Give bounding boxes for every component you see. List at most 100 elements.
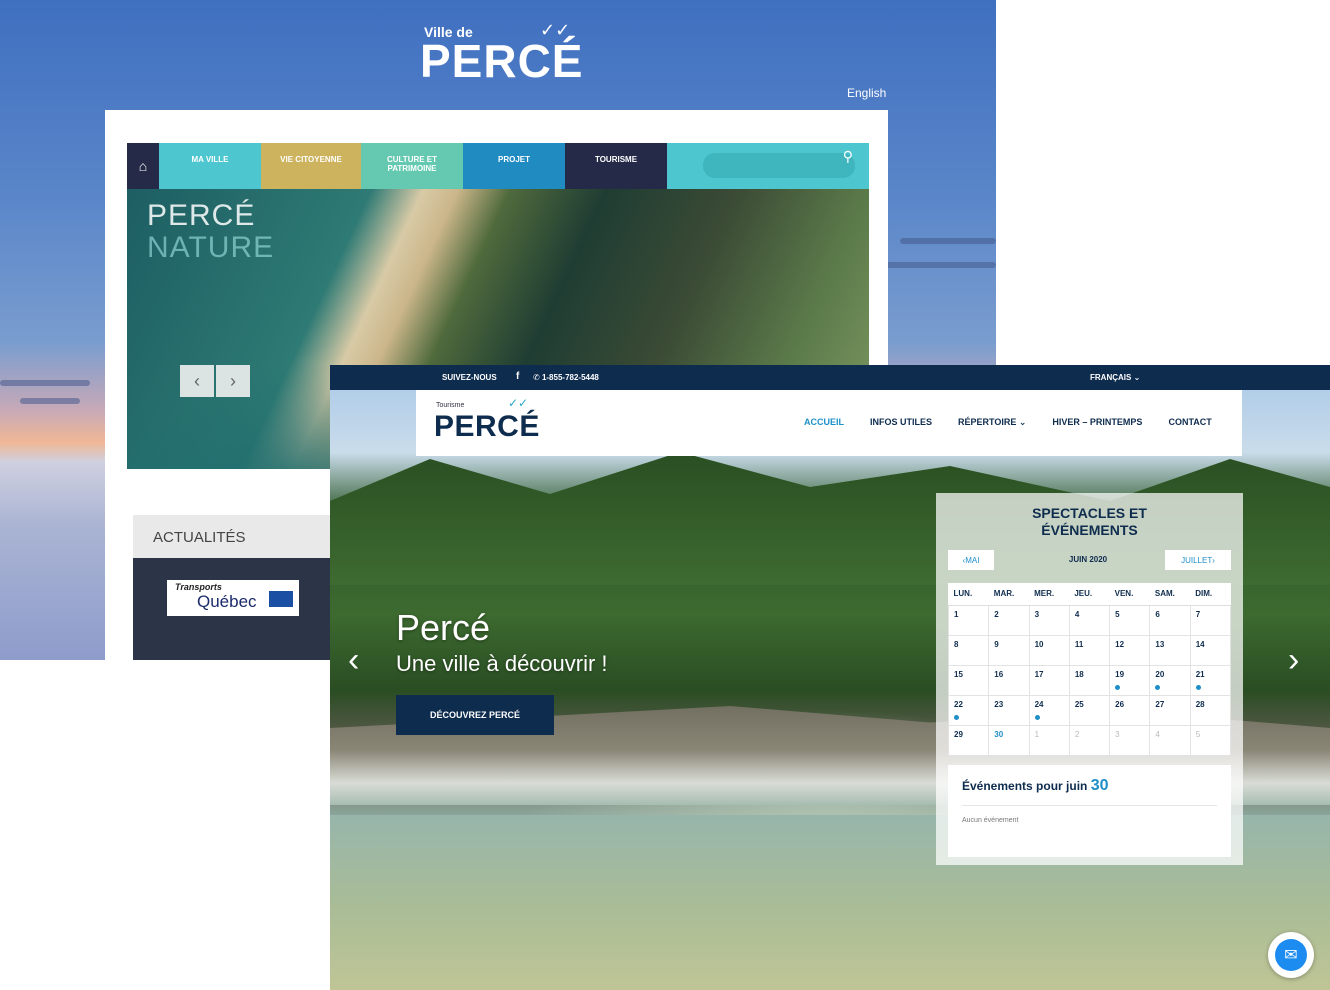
hero-title-line2: NATURE	[147, 231, 275, 264]
search-area: ⚲	[667, 143, 869, 189]
nav-item-vie-citoyenne[interactable]: VIE CITOYENNE	[261, 143, 361, 189]
hero-title: Percé	[396, 607, 491, 648]
slider-arrows: ‹ ›	[180, 365, 250, 397]
top-bar: SUIVEZ-NOUS f ✆ 1-855-782-5448 FRANÇAIS …	[330, 365, 1330, 390]
calendar-day[interactable]: 28	[1189, 694, 1232, 726]
calendar-title: SPECTACLES ET ÉVÉNEMENTS	[1032, 505, 1147, 538]
calendar-day[interactable]: 29	[947, 724, 990, 756]
calendar-day[interactable]: 10	[1028, 634, 1070, 666]
calendar-day[interactable]: 3	[1109, 724, 1151, 756]
phone-icon: ✆	[533, 373, 542, 382]
slider-next-arrow[interactable]: ›	[1288, 641, 1299, 680]
calendar-grid: LUN. MAR. MER. JEU. VEN. SAM. DIM. 1 2 3 4 5 6 7 8 9 10…	[947, 583, 1232, 756]
slider-next-button[interactable]: ›	[216, 365, 250, 397]
calendar-day[interactable]: 1	[1028, 724, 1070, 756]
chevron-right-icon: ›	[1212, 555, 1215, 565]
nav-item-ma-ville[interactable]: MA VILLE	[159, 143, 261, 189]
calendar-day[interactable]: 25	[1068, 694, 1111, 726]
calendar-day[interactable]: 19	[1109, 664, 1151, 696]
screenshot-collage: Ville de PERCÉ ✓✓ English ⌂ MA VILLE VIE…	[0, 0, 1330, 990]
calendar-day[interactable]: 15	[947, 664, 990, 696]
event-dot-icon	[1195, 684, 1201, 690]
search-input[interactable]	[703, 153, 855, 178]
prev-month-label: MAI	[965, 555, 980, 565]
calendar-day[interactable]: 14	[1189, 634, 1232, 666]
birds-icon: ✓✓	[540, 20, 571, 40]
calendar-day[interactable]: 5	[1189, 724, 1232, 756]
nav-item-tourisme[interactable]: TOURISME	[565, 143, 667, 189]
cloud-streak	[880, 262, 996, 268]
main-nav: ⌂ MA VILLE VIE CITOYENNE CULTURE ET PATR…	[127, 143, 869, 189]
event-dot-icon	[1034, 714, 1040, 720]
hero-title-line1: PERCÉ	[147, 199, 256, 232]
menu-item-accueil[interactable]: ACCUEIL	[804, 417, 844, 428]
birds-icon: ✓✓	[508, 396, 529, 410]
prev-month-button[interactable]: ‹ MAI	[948, 550, 994, 570]
calendar-day[interactable]: 1	[947, 604, 990, 636]
calendar-day[interactable]: 3	[1028, 604, 1070, 636]
calendar-day[interactable]: 2	[988, 604, 1030, 636]
logo-main-text: PERCÉ	[420, 35, 584, 87]
calendar-week-row: 29 30 1 2 3 4 5	[947, 724, 1232, 756]
calendar-day[interactable]: 5	[1109, 604, 1151, 636]
weekday-header: LUN.	[948, 583, 989, 606]
logo-small-text: Tourisme	[436, 402, 465, 409]
calendar-day[interactable]: 23	[988, 694, 1030, 726]
site-header: Tourisme PERCÉ ✓✓ ACCUEIL INFOS UTILES R…	[416, 390, 1242, 456]
phone-number[interactable]: ✆ 1-855-782-5448	[533, 373, 599, 382]
search-icon[interactable]: ⚲	[843, 148, 853, 165]
no-events-text: Aucun événement	[962, 817, 1019, 824]
site-logo[interactable]: PERCÉ	[434, 410, 540, 444]
discover-button[interactable]: DÉCOUVREZ PERCÉ	[396, 695, 554, 735]
calendar-day[interactable]: 2	[1068, 724, 1111, 756]
calendar-day[interactable]: 21	[1189, 664, 1232, 696]
facebook-icon[interactable]: f	[516, 371, 519, 382]
calendar-day[interactable]: 11	[1068, 634, 1111, 666]
calendar-day[interactable]: 17	[1028, 664, 1070, 696]
menu-item-contact[interactable]: CONTACT	[1168, 417, 1211, 428]
calendar-day[interactable]: 27	[1149, 694, 1191, 726]
weekday-header: SAM.	[1149, 583, 1191, 606]
cloud-streak	[20, 398, 80, 404]
menu-item-infos-utiles[interactable]: INFOS UTILES	[870, 417, 932, 428]
calendar-day[interactable]: 7	[1189, 604, 1232, 636]
quebec-flag-icon	[269, 591, 293, 607]
calendar-day[interactable]: 4	[1149, 724, 1191, 756]
divider	[962, 805, 1217, 806]
calendar-day[interactable]: 20	[1149, 664, 1191, 696]
english-language-link[interactable]: English	[847, 86, 886, 100]
calendar-day[interactable]: 9	[988, 634, 1030, 666]
menu-item-repertoire[interactable]: RÉPERTOIRE ⌄	[958, 417, 1026, 428]
nav-item-culture-patrimoine[interactable]: CULTURE ET PATRIMOINE	[361, 143, 463, 189]
menu-item-hiver-printemps[interactable]: HIVER – PRINTEMPS	[1052, 417, 1142, 428]
hero-subtitle: Une ville à découvrir !	[396, 651, 608, 676]
calendar-day[interactable]: 26	[1109, 694, 1151, 726]
weekday-header: JEU.	[1069, 583, 1110, 606]
calendar-day[interactable]: 24	[1028, 694, 1070, 726]
calendar-week-row: 22 23 24 25 26 27 28	[947, 694, 1232, 726]
weekday-header: DIM.	[1190, 583, 1231, 606]
calendar-day[interactable]: 6	[1149, 604, 1191, 636]
slider-prev-button[interactable]: ‹	[180, 365, 214, 397]
calendar-day[interactable]: 16	[988, 664, 1030, 696]
home-icon[interactable]: ⌂	[127, 143, 159, 189]
nav-item-projet[interactable]: PROJET	[463, 143, 565, 189]
messenger-chat-button[interactable]: ✉	[1268, 932, 1314, 978]
calendar-day[interactable]: 13	[1149, 634, 1191, 666]
next-month-button[interactable]: JUILLET ›	[1165, 550, 1231, 570]
slider-prev-arrow[interactable]: ‹	[348, 641, 359, 680]
events-heading: Événements pour juin 30	[962, 777, 1109, 795]
follow-us-label: SUIVEZ-NOUS	[442, 373, 497, 382]
calendar-day[interactable]: 12	[1109, 634, 1151, 666]
weekday-header: MAR.	[988, 583, 1030, 606]
messenger-icon: ✉	[1275, 939, 1307, 971]
calendar-day[interactable]: 18	[1068, 664, 1111, 696]
language-selector[interactable]: FRANÇAIS ⌄	[1090, 373, 1140, 382]
calendar-day[interactable]: 30	[988, 724, 1030, 756]
calendar-day[interactable]: 8	[947, 634, 990, 666]
next-month-label: JUILLET	[1181, 555, 1213, 565]
calendar-day[interactable]: 22	[947, 694, 990, 726]
calendar-day[interactable]: 4	[1068, 604, 1111, 636]
site-logo[interactable]: Ville de PERCÉ ✓✓	[420, 20, 582, 90]
phone-text: 1-855-782-5448	[541, 373, 599, 382]
